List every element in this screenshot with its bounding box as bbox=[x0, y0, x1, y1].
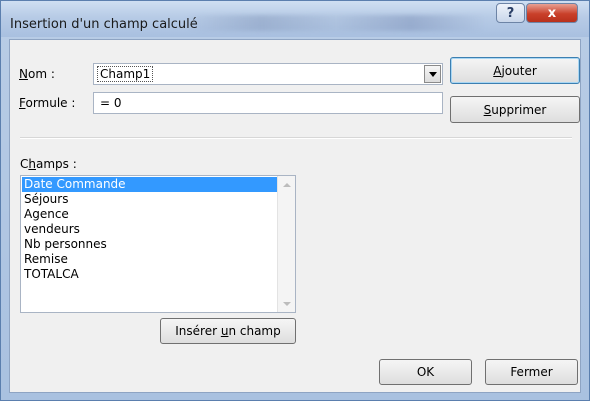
delete-button[interactable]: Supprimer bbox=[450, 96, 580, 123]
separator bbox=[20, 137, 572, 139]
help-button[interactable]: ? bbox=[496, 3, 525, 23]
close-button[interactable]: Fermer bbox=[485, 359, 578, 385]
fields-listbox[interactable]: Date Commande Séjours Agence vendeurs Nb… bbox=[20, 175, 296, 313]
chevron-down-icon bbox=[428, 71, 437, 77]
scroll-down-button[interactable] bbox=[278, 295, 295, 312]
ok-button[interactable]: OK bbox=[379, 359, 472, 385]
list-item[interactable]: vendeurs bbox=[22, 222, 278, 237]
close-window-button[interactable]: x bbox=[526, 3, 578, 23]
list-scrollbar[interactable] bbox=[277, 176, 295, 312]
name-combobox[interactable]: Champ1 bbox=[93, 63, 443, 85]
dialog-title: Insertion d'un champ calculé bbox=[10, 17, 198, 32]
chevron-down-icon bbox=[282, 301, 291, 306]
scroll-up-button[interactable] bbox=[278, 176, 295, 193]
fields-label: Champs : bbox=[20, 157, 77, 171]
formula-label: Formule : bbox=[19, 96, 76, 110]
fields-list: Date Commande Séjours Agence vendeurs Nb… bbox=[22, 177, 278, 282]
list-item[interactable]: Agence bbox=[22, 207, 278, 222]
blurred-background-title bbox=[186, 15, 486, 31]
list-item[interactable]: Date Commande bbox=[22, 177, 278, 192]
title-bar[interactable]: Insertion d'un champ calculé ? x bbox=[1, 1, 589, 37]
name-dropdown-button[interactable] bbox=[424, 65, 441, 83]
insert-field-button[interactable]: Insérer un champ bbox=[160, 318, 296, 344]
list-item[interactable]: Nb personnes bbox=[22, 237, 278, 252]
list-item[interactable]: Remise bbox=[22, 252, 278, 267]
name-label: Nom : bbox=[19, 67, 55, 81]
close-icon: x bbox=[547, 5, 557, 21]
name-input-value[interactable]: Champ1 bbox=[97, 66, 154, 82]
chevron-up-icon bbox=[282, 182, 291, 187]
dialog-body: Nom : Champ1 Formule : = 0 Ajouter Suppr… bbox=[9, 39, 581, 393]
list-item[interactable]: TOTALCA bbox=[22, 267, 278, 282]
formula-input[interactable]: = 0 bbox=[93, 92, 443, 114]
dialog-window: Insertion d'un champ calculé ? x Nom : C… bbox=[0, 0, 590, 401]
add-button[interactable]: Ajouter bbox=[450, 57, 580, 84]
list-item[interactable]: Séjours bbox=[22, 192, 278, 207]
help-icon: ? bbox=[506, 5, 515, 21]
